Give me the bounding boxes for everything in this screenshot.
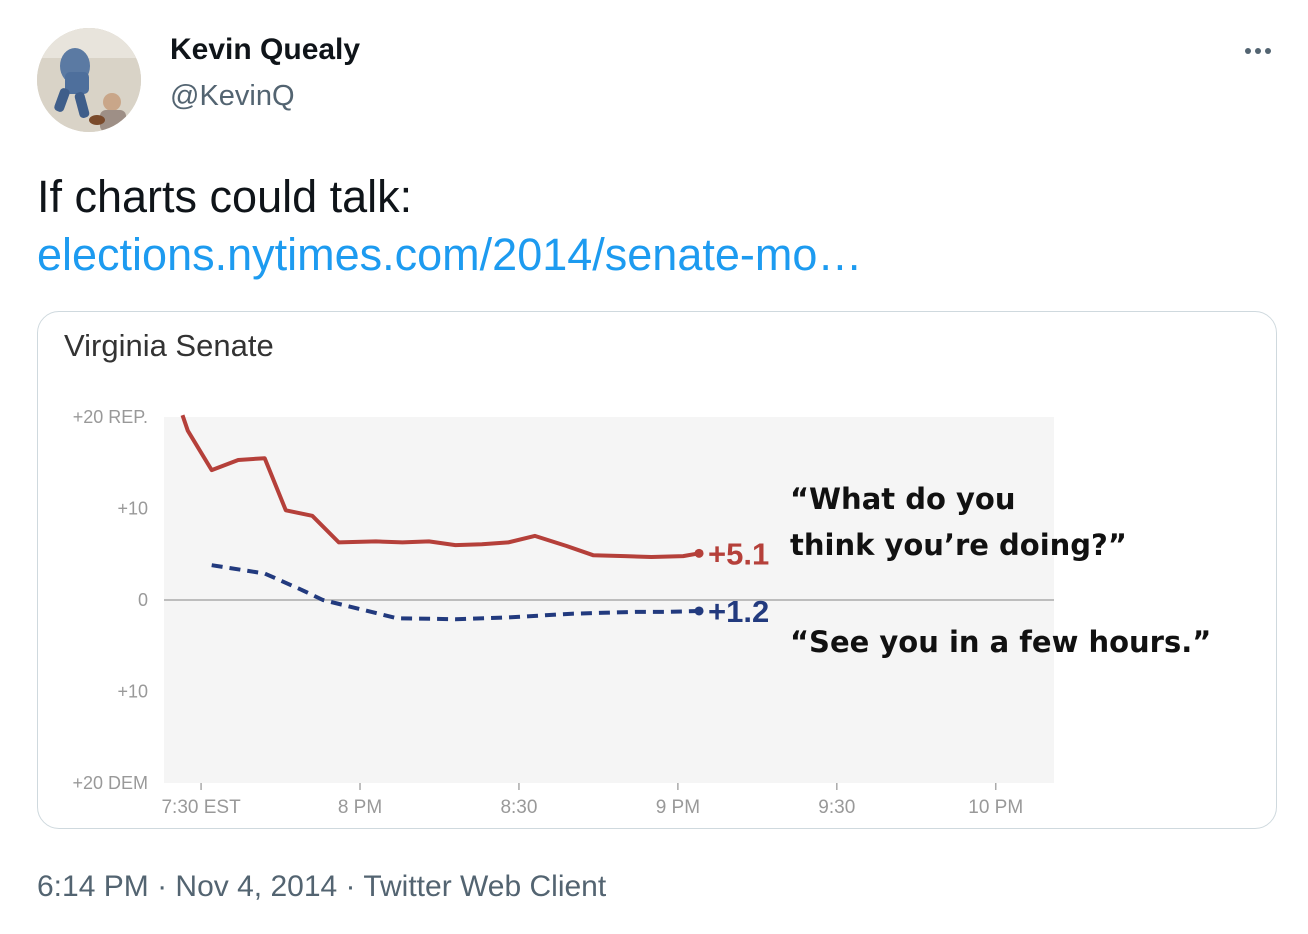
annotation-text: “What do you xyxy=(790,482,1015,516)
chart-title: Virginia Senate xyxy=(64,328,274,363)
series-end-label: +1.2 xyxy=(708,594,769,629)
avatar-image xyxy=(37,28,141,132)
avatar[interactable] xyxy=(37,28,141,132)
tweet-client: Twitter Web Client xyxy=(363,870,607,903)
x-tick-label: 8 PM xyxy=(338,797,382,818)
x-tick-label: 9 PM xyxy=(656,797,700,818)
y-tick-label: +10 xyxy=(117,499,148,519)
tweet-link[interactable]: elections.nytimes.com/2014/senate-mo… xyxy=(37,227,862,282)
separator: · xyxy=(157,870,168,903)
y-tick-label: +20 REP. xyxy=(73,407,148,427)
annotation-text: think you’re doing?” xyxy=(790,528,1127,562)
media-card[interactable]: Virginia Senate +20 REP. +10 0 +10 +20 DEM 7… xyxy=(37,311,1277,829)
x-tick-label: 8:30 xyxy=(500,797,537,818)
y-tick-label: +20 DEM xyxy=(72,773,148,793)
series-end-point xyxy=(694,606,704,616)
separator: · xyxy=(345,870,356,903)
x-tick-label: 7:30 EST xyxy=(161,797,241,818)
tweet-date[interactable]: Nov 4, 2014 xyxy=(175,870,337,903)
author-name[interactable]: Kevin Quealy xyxy=(170,33,360,67)
tweet-timestamp: 6:14 PM · Nov 4, 2014 · Twitter Web Clie… xyxy=(37,870,606,904)
more-options-button[interactable] xyxy=(1236,36,1280,66)
y-tick-label: +10 xyxy=(117,682,148,702)
series-end-point xyxy=(694,548,704,558)
series-end-label: +5.1 xyxy=(708,536,769,571)
tweet-time[interactable]: 6:14 PM xyxy=(37,870,149,903)
y-tick-label: 0 xyxy=(138,590,148,610)
author-handle[interactable]: @KevinQ xyxy=(170,80,295,113)
annotation-text: “See you in a few hours.” xyxy=(790,625,1211,659)
x-tick-label: 10 PM xyxy=(968,797,1023,818)
chart: Virginia Senate +20 REP. +10 0 +10 +20 DEM 7… xyxy=(64,328,1211,818)
tweet-text: If charts could talk: xyxy=(37,171,413,222)
x-tick-label: 9:30 xyxy=(818,797,855,818)
more-horizontal-icon xyxy=(1245,48,1271,54)
